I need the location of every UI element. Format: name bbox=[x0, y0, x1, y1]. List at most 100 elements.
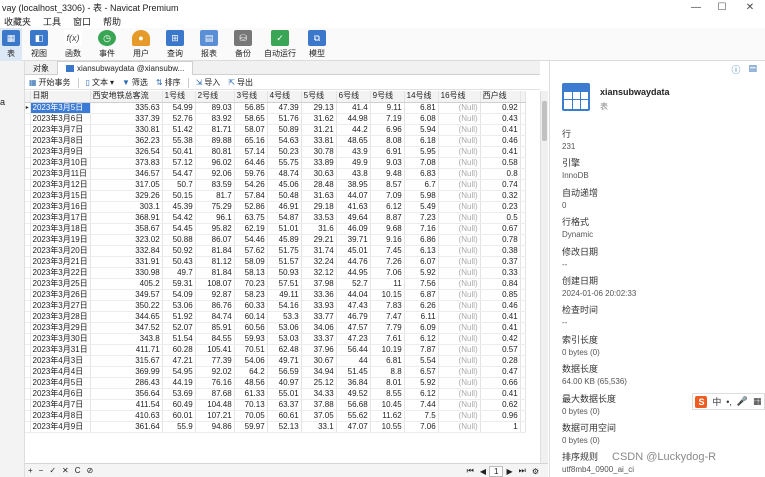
table-cell[interactable]: 44.98 bbox=[336, 113, 371, 125]
export-button[interactable]: ⇱ 导出 bbox=[224, 77, 257, 88]
table-cell[interactable]: 51.75 bbox=[267, 245, 302, 257]
column-header[interactable]: 2号线 bbox=[195, 91, 235, 103]
table-cell[interactable]: 29.21 bbox=[301, 234, 337, 246]
table-cell[interactable]: 2023年3月17日 bbox=[30, 212, 91, 224]
table-cell[interactable]: 54.42 bbox=[162, 212, 196, 224]
table-cell[interactable]: 37.96 bbox=[301, 344, 337, 356]
toolbar-event-button[interactable]: ◷ 事件 bbox=[90, 28, 124, 61]
table-cell[interactable]: 61.33 bbox=[234, 388, 268, 400]
table-cell[interactable]: 95.82 bbox=[195, 223, 235, 235]
table-cell[interactable]: 356.64 bbox=[90, 388, 163, 400]
column-header[interactable]: 西户线 bbox=[480, 91, 521, 103]
column-header[interactable]: 6号线 bbox=[336, 91, 371, 103]
table-cell[interactable]: 85.91 bbox=[195, 322, 235, 334]
table-row[interactable]: 2023年3月7日 330.81 51.42 81.71 58.07 50.89 31.21… bbox=[25, 124, 526, 136]
column-header[interactable]: 西安地铁总客流 bbox=[90, 91, 163, 103]
table-cell[interactable]: 332.84 bbox=[90, 245, 163, 257]
table-cell[interactable]: 28.48 bbox=[301, 179, 337, 191]
table-cell[interactable]: 53.06 bbox=[267, 322, 302, 334]
table-cell[interactable]: 410.63 bbox=[90, 410, 163, 422]
ime-punctuation-toggle[interactable]: •, bbox=[726, 397, 732, 407]
table-cell[interactable]: 49.64 bbox=[336, 212, 371, 224]
table-cell[interactable]: 2023年3月19日 bbox=[30, 234, 91, 246]
table-cell[interactable]: 70.05 bbox=[234, 410, 268, 422]
column-header[interactable]: 3号线 bbox=[234, 91, 268, 103]
table-row[interactable]: 2023年3月11日 346.57 54.47 92.06 59.76 48.74 30.6… bbox=[25, 168, 526, 180]
table-cell[interactable]: 44.76 bbox=[336, 256, 371, 268]
table-cell[interactable]: (Null) bbox=[438, 421, 481, 433]
table-cell[interactable]: 87.68 bbox=[195, 388, 235, 400]
table-cell[interactable]: 46.91 bbox=[267, 201, 302, 213]
table-cell[interactable]: 6.11 bbox=[404, 311, 439, 323]
table-cell[interactable]: 60.49 bbox=[162, 399, 196, 411]
prev-page-button[interactable]: ◀ bbox=[477, 467, 489, 476]
table-cell[interactable]: 330.98 bbox=[90, 267, 163, 279]
table-cell[interactable]: 39.71 bbox=[336, 234, 371, 246]
toolbar-automation-button[interactable]: ✓ 自动运行 bbox=[260, 28, 300, 61]
table-cell[interactable]: 0.85 bbox=[480, 289, 521, 301]
table-row[interactable]: 2023年4月6日 356.64 53.69 87.68 61.33 55.01 34.33… bbox=[25, 388, 526, 400]
table-cell[interactable]: 89.88 bbox=[195, 135, 235, 147]
table-cell[interactable]: 337.39 bbox=[90, 113, 163, 125]
table-cell[interactable]: 7.23 bbox=[404, 212, 439, 224]
table-cell[interactable]: 55.62 bbox=[336, 410, 371, 422]
table-row[interactable]: 2023年4月9日 361.64 55.9 94.86 59.97 52.13 33.1 47… bbox=[25, 421, 526, 433]
table-cell[interactable]: 83.59 bbox=[195, 179, 235, 191]
table-cell[interactable]: 10.45 bbox=[370, 399, 405, 411]
toolbar-model-button[interactable]: ⧉ 模型 bbox=[300, 28, 334, 61]
table-cell[interactable]: 53.06 bbox=[162, 300, 196, 312]
table-cell[interactable]: 33.1 bbox=[301, 421, 337, 433]
table-cell[interactable]: 2023年3月6日 bbox=[30, 113, 91, 125]
table-cell[interactable]: 50.88 bbox=[162, 234, 196, 246]
table-cell[interactable]: 34.33 bbox=[301, 388, 337, 400]
table-cell[interactable]: 53.3 bbox=[267, 311, 302, 323]
table-cell[interactable]: 2023年3月11日 bbox=[30, 168, 91, 180]
next-page-button[interactable]: ▶ bbox=[503, 467, 515, 476]
table-cell[interactable]: 6.12 bbox=[370, 201, 405, 213]
table-cell[interactable]: 43.8 bbox=[336, 168, 371, 180]
table-cell[interactable]: 2023年3月25日 bbox=[30, 278, 91, 290]
table-cell[interactable]: 58.23 bbox=[234, 289, 268, 301]
table-row[interactable]: 2023年3月29日 347.52 52.07 85.91 60.56 53.06 34.0… bbox=[25, 322, 526, 334]
table-cell[interactable]: 50.41 bbox=[162, 146, 196, 158]
toolbar-user-button[interactable]: ● 用户 bbox=[124, 28, 158, 61]
table-cell[interactable]: 47.21 bbox=[162, 355, 196, 367]
table-cell[interactable]: 44 bbox=[336, 355, 371, 367]
table-cell[interactable]: 54.99 bbox=[162, 102, 196, 114]
table-cell[interactable]: 6.18 bbox=[404, 135, 439, 147]
table-cell[interactable]: 2023年3月22日 bbox=[30, 267, 91, 279]
table-cell[interactable]: 0.41 bbox=[480, 146, 521, 158]
table-cell[interactable]: 411.54 bbox=[90, 399, 163, 411]
table-cell[interactable]: 54.95 bbox=[162, 366, 196, 378]
table-cell[interactable]: 54.45 bbox=[162, 223, 196, 235]
table-cell[interactable]: 2023年3月30日 bbox=[30, 333, 91, 345]
delete-record-button[interactable]: − bbox=[36, 466, 47, 475]
table-cell[interactable]: 50.23 bbox=[267, 146, 302, 158]
table-cell[interactable]: 2023年3月21日 bbox=[30, 256, 91, 268]
table-cell[interactable]: 0.28 bbox=[480, 355, 521, 367]
table-cell[interactable]: 40.97 bbox=[267, 377, 302, 389]
table-cell[interactable]: 368.91 bbox=[90, 212, 163, 224]
table-cell[interactable]: 0.32 bbox=[480, 190, 521, 202]
table-cell[interactable]: 47.57 bbox=[336, 322, 371, 334]
table-row[interactable]: 2023年3月27日 350.22 53.06 86.76 60.33 54.16 33.9… bbox=[25, 300, 526, 312]
table-cell[interactable]: 2023年4月4日 bbox=[30, 366, 91, 378]
table-cell[interactable]: 37.05 bbox=[301, 410, 337, 422]
table-cell[interactable]: 2023年3月28日 bbox=[30, 311, 91, 323]
table-cell[interactable]: (Null) bbox=[438, 355, 481, 367]
table-cell[interactable]: 362.23 bbox=[90, 135, 163, 147]
table-cell[interactable]: 6.08 bbox=[404, 113, 439, 125]
table-cell[interactable]: 51.54 bbox=[162, 333, 196, 345]
table-cell[interactable]: 0.67 bbox=[480, 223, 521, 235]
table-cell[interactable]: (Null) bbox=[438, 245, 481, 257]
table-cell[interactable]: 346.57 bbox=[90, 168, 163, 180]
table-cell[interactable]: 0.41 bbox=[480, 322, 521, 334]
table-cell[interactable]: 30.67 bbox=[301, 355, 337, 367]
table-cell[interactable]: 51.92 bbox=[162, 311, 196, 323]
table-cell[interactable]: 57.14 bbox=[234, 146, 268, 158]
table-cell[interactable]: 33.89 bbox=[301, 157, 337, 169]
table-cell[interactable]: 55.9 bbox=[162, 421, 196, 433]
table-cell[interactable]: 59.97 bbox=[234, 421, 268, 433]
table-cell[interactable]: 6.86 bbox=[404, 234, 439, 246]
tab-xiansubwaydata[interactable]: xiansubwaydata @xiansubw... bbox=[57, 61, 194, 75]
